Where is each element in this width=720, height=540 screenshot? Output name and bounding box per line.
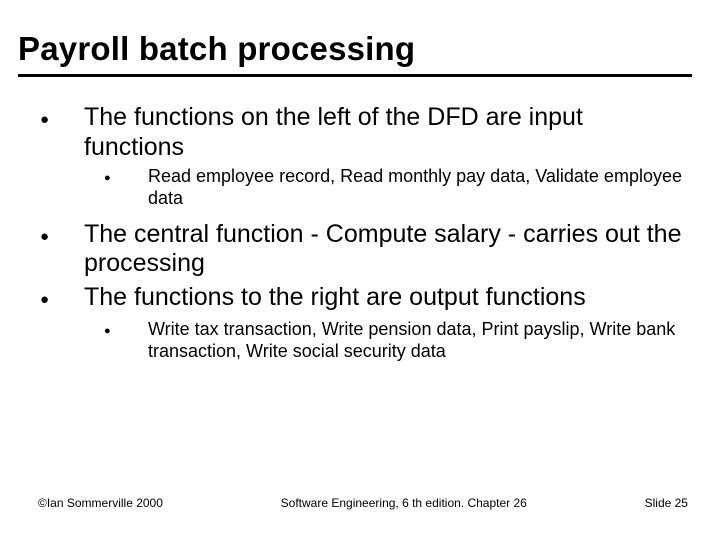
footer-left: ©Ian Sommerville 2000 bbox=[38, 496, 163, 510]
bullet-text: The functions on the left of the DFD are… bbox=[84, 103, 686, 162]
slide-footer: ©Ian Sommerville 2000 Software Engineeri… bbox=[0, 496, 720, 510]
bullet-text: The functions to the right are output fu… bbox=[84, 283, 586, 315]
bullet-text: The central function - Compute salary - … bbox=[84, 220, 686, 279]
footer-right: Slide 25 bbox=[645, 496, 688, 510]
bullet-icon: ● bbox=[40, 283, 84, 315]
bullet-icon: ● bbox=[40, 220, 84, 279]
bullet-icon: ● bbox=[104, 166, 148, 210]
sub-bullet-text: Read employee record, Read monthly pay d… bbox=[148, 166, 686, 210]
bullet-item: ● The functions on the left of the DFD a… bbox=[40, 103, 686, 162]
bullet-item: ● The central function - Compute salary … bbox=[40, 220, 686, 279]
bullet-icon: ● bbox=[40, 103, 84, 162]
footer-center: Software Engineering, 6 th edition. Chap… bbox=[281, 496, 527, 510]
slide-content: ● The functions on the left of the DFD a… bbox=[18, 103, 692, 363]
slide-title: Payroll batch processing bbox=[18, 30, 692, 77]
sub-bullet-group: ● Write tax transaction, Write pension d… bbox=[40, 319, 686, 363]
bullet-icon: ● bbox=[104, 319, 148, 363]
slide: Payroll batch processing ● The functions… bbox=[0, 0, 720, 540]
bullet-item: ● The functions to the right are output … bbox=[40, 283, 686, 315]
sub-bullet-text: Write tax transaction, Write pension dat… bbox=[148, 319, 686, 363]
sub-bullet-item: ● Write tax transaction, Write pension d… bbox=[104, 319, 686, 363]
sub-bullet-group: ● Read employee record, Read monthly pay… bbox=[40, 166, 686, 210]
sub-bullet-item: ● Read employee record, Read monthly pay… bbox=[104, 166, 686, 210]
